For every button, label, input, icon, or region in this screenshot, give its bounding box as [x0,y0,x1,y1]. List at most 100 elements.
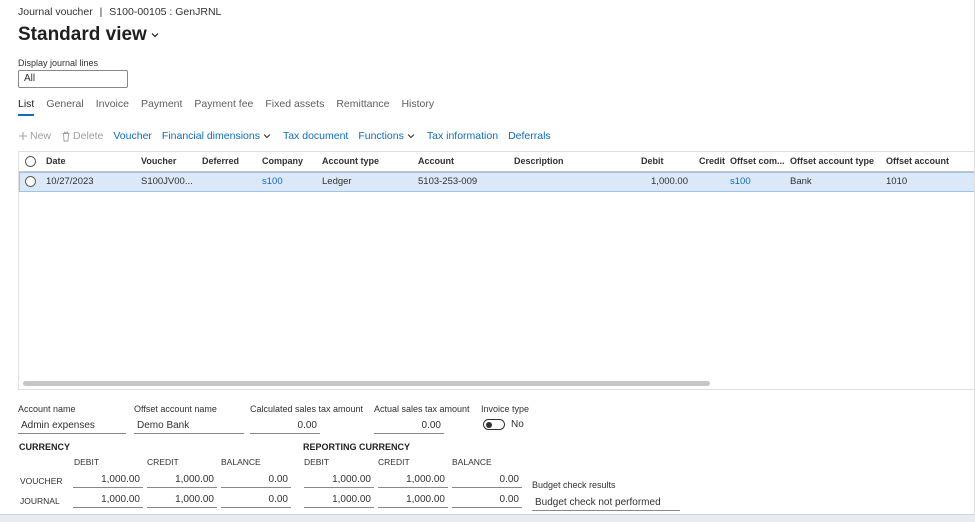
new-button[interactable]: New [18,130,51,142]
cell-offset-account[interactable]: 1010 [886,176,907,187]
column-header-credit[interactable]: Credit [699,156,725,166]
view-selector[interactable]: Standard view [18,24,160,46]
calc-tax-field[interactable]: 0.00 [250,418,320,434]
tab-payment[interactable]: Payment [141,98,182,116]
column-header-date[interactable]: Date [46,156,66,166]
tab-general[interactable]: General [46,98,83,116]
column-header-account-type[interactable]: Account type [322,156,379,166]
tax-document-button[interactable]: Tax document [283,130,348,142]
voucher-rep-debit: 1,000.00 [304,472,374,488]
journal-debit: 1,000.00 [73,492,143,508]
account-name-label: Account name [18,404,76,414]
debit-col-label: DEBIT [74,457,100,467]
journal-rep-credit: 1,000.00 [378,492,448,508]
new-label: New [30,130,52,142]
cell-voucher[interactable]: S100JV00... [141,176,193,187]
voucher-row-label: VOUCHER [20,476,63,486]
horizontal-scrollbar[interactable] [23,381,710,386]
column-header-offset-account-type[interactable]: Offset account type [790,156,874,166]
financial-dimensions-menu[interactable]: Financial dimensions [162,130,273,142]
breadcrumb-section[interactable]: Journal voucher [18,6,93,18]
journal-rep-debit: 1,000.00 [304,492,374,508]
voucher-balance: 0.00 [221,472,291,488]
functions-menu[interactable]: Functions [358,130,417,142]
delete-label: Delete [73,130,104,142]
rep-balance-col-label: BALANCE [452,457,492,467]
column-header-company[interactable]: Company [262,156,303,166]
taskbar [0,514,975,522]
column-header-offset-account[interactable]: Offset account [886,156,949,166]
invoice-type-toggle-group: No [483,419,524,430]
trash-icon [62,131,70,141]
column-header-debit[interactable]: Debit [641,156,664,166]
select-all-radio[interactable] [25,156,36,167]
display-journal-lines-select[interactable]: All [18,70,128,88]
voucher-rep-balance: 0.00 [452,472,522,488]
breadcrumb-record: S100-00105 : GenJRNL [109,6,222,18]
column-header-account[interactable]: Account [418,156,454,166]
invoice-type-value: No [511,419,524,430]
voucher-button[interactable]: Voucher [113,130,152,142]
cell-debit[interactable]: 1,000.00 [628,176,688,187]
column-header-offset-company[interactable]: Offset com... [730,156,785,166]
delete-button[interactable]: Delete [61,130,103,142]
journal-lines-grid: Date Voucher Deferred Company Account ty… [18,151,975,390]
column-header-deferred[interactable]: Deferred [202,156,239,166]
currency-header: CURRENCY [19,442,71,452]
journal-credit: 1,000.00 [147,492,217,508]
tab-remittance[interactable]: Remittance [336,98,389,116]
tab-list[interactable]: List [18,98,35,116]
offset-account-name-field[interactable]: Demo Bank [134,418,244,434]
cell-account[interactable]: 5103-253-009 [418,176,477,187]
tab-bar: List General Invoice Payment Payment fee… [18,98,446,116]
chevron-down-icon [151,33,159,38]
column-header-voucher[interactable]: Voucher [141,156,176,166]
tab-payment-fee[interactable]: Payment fee [194,98,253,116]
voucher-rep-credit: 1,000.00 [378,472,448,488]
calc-tax-label: Calculated sales tax amount [250,404,364,414]
budget-check-field: Budget check not performed [532,495,680,511]
journal-row-label: JOURNAL [20,496,60,506]
chevron-down-icon [407,134,415,139]
tab-history[interactable]: History [401,98,434,116]
tab-fixed-assets[interactable]: Fixed assets [265,98,324,116]
table-row[interactable]: 10/27/2023 S100JV00... s100 Ledger 5103-… [19,172,975,192]
functions-label: Functions [358,130,404,142]
balance-col-label: BALANCE [221,457,261,467]
cell-offset-company-link[interactable]: s100 [730,176,751,187]
budget-check-label: Budget check results [532,480,616,490]
chevron-down-icon [263,134,271,139]
actual-tax-field[interactable]: 0.00 [374,418,444,434]
rep-credit-col-label: CREDIT [378,457,410,467]
deferrals-button[interactable]: Deferrals [508,130,551,142]
journal-balance: 0.00 [221,492,291,508]
voucher-credit: 1,000.00 [147,472,217,488]
action-toolbar: New Delete Voucher Financial dimensions … [18,130,561,142]
account-name-field[interactable]: Admin expenses [18,418,126,434]
offset-account-name-label: Offset account name [134,404,217,414]
tab-invoice[interactable]: Invoice [96,98,129,116]
column-header-description[interactable]: Description [514,156,564,166]
page-title: Standard view [18,24,147,45]
cell-date[interactable]: 10/27/2023 [46,176,94,187]
plus-icon [19,132,27,140]
credit-col-label: CREDIT [147,457,179,467]
filter-label: Display journal lines [18,58,99,68]
filter-value: All [24,73,36,84]
financial-dimensions-label: Financial dimensions [161,130,260,142]
breadcrumb: Journal voucher | S100-00105 : GenJRNL [18,6,221,18]
reporting-currency-header: REPORTING CURRENCY [303,442,411,452]
cell-company-link[interactable]: s100 [262,176,283,187]
breadcrumb-separator: | [99,6,103,18]
cell-account-type[interactable]: Ledger [322,176,352,187]
tax-information-button[interactable]: Tax information [427,130,498,142]
cell-offset-account-type[interactable]: Bank [790,176,812,187]
row-select-radio[interactable] [25,176,36,187]
journal-rep-balance: 0.00 [452,492,522,508]
invoice-type-toggle[interactable] [483,419,505,430]
invoice-type-label: Invoice type [481,404,530,414]
grid-header: Date Voucher Deferred Company Account ty… [19,152,975,172]
voucher-debit: 1,000.00 [73,472,143,488]
actual-tax-label: Actual sales tax amount [374,404,470,414]
rep-debit-col-label: DEBIT [304,457,330,467]
